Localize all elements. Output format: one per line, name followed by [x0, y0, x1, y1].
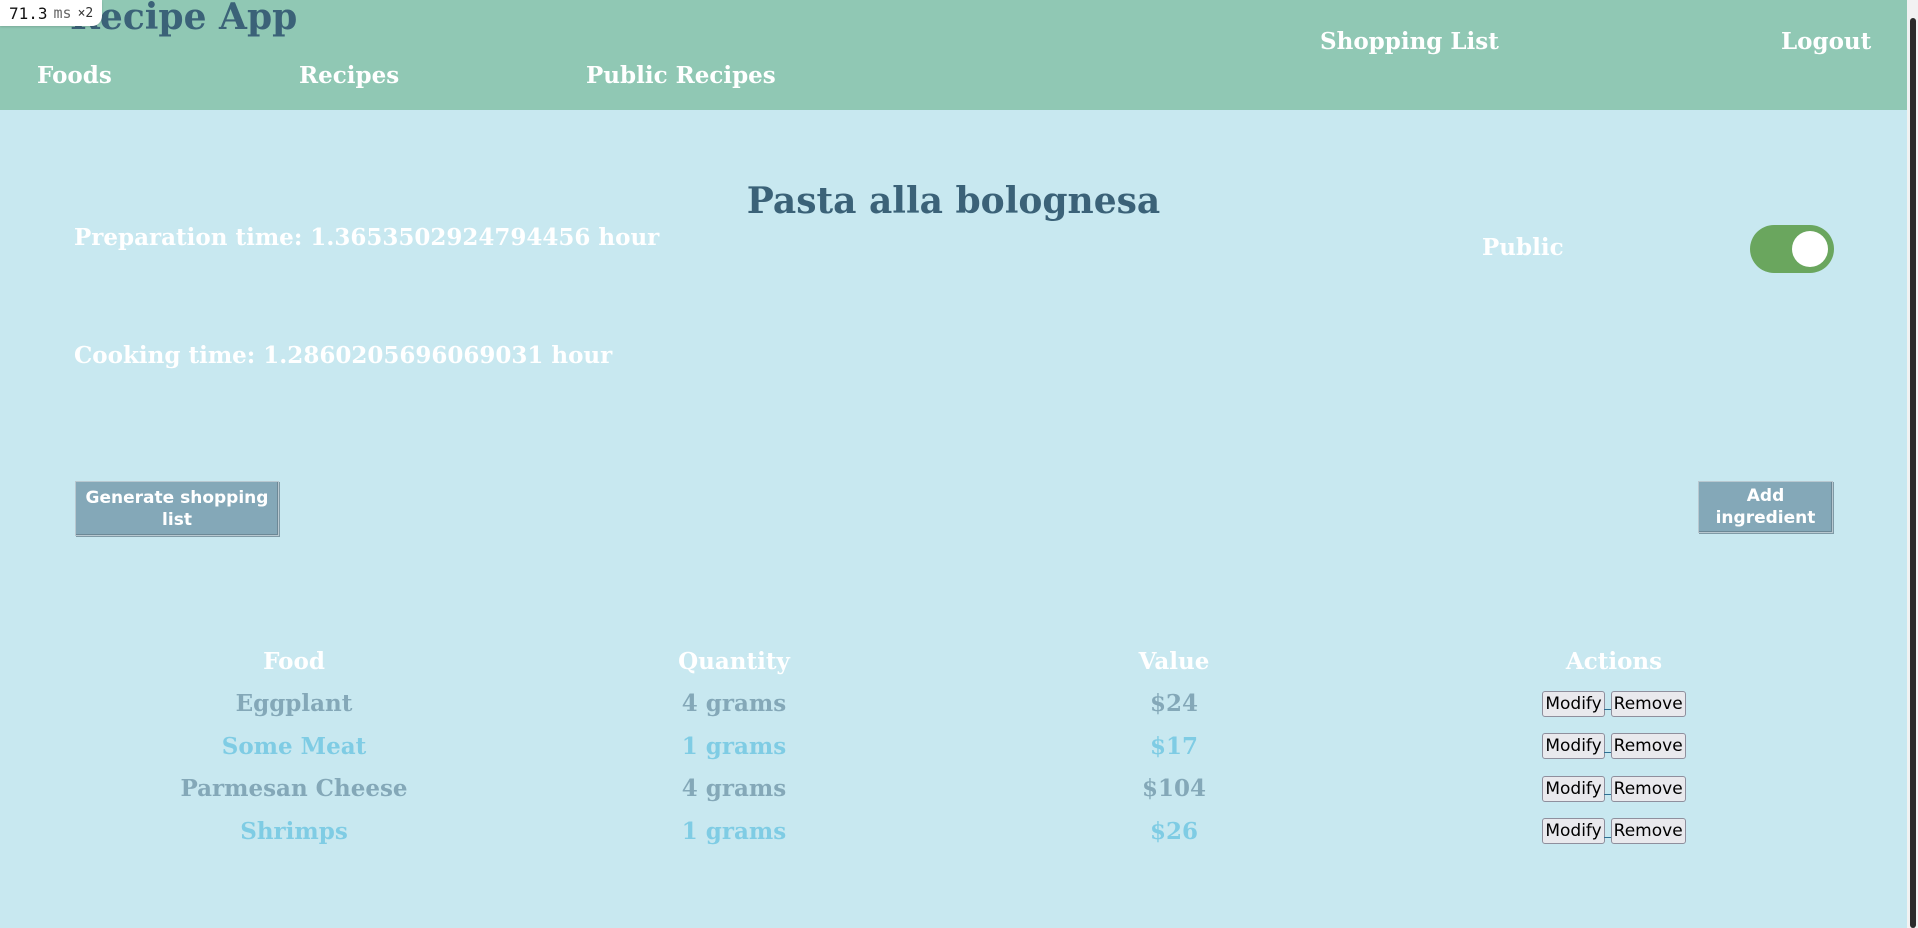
table-row: Some Meat 1 grams $17 Modify Remove — [74, 725, 1834, 768]
actions-cell: Modify Remove — [1394, 818, 1834, 845]
quantity-cell: 4 grams — [681, 775, 787, 803]
app-brand: Recipe App — [70, 0, 298, 38]
quantity-cell: 1 grams — [681, 817, 787, 845]
table-row: Parmesan Cheese 4 grams $104 Modify Remov… — [74, 768, 1834, 811]
table-row: Shrimps 1 grams $26 Modify Remove — [74, 810, 1834, 853]
modify-button[interactable]: Modify — [1542, 775, 1605, 802]
remove-button[interactable]: Remove — [1610, 818, 1686, 845]
add-ingredient-button[interactable]: Add ingredient — [1698, 481, 1833, 533]
food-cell: Eggplant — [235, 690, 353, 718]
quantity-cell: 1 grams — [681, 732, 787, 760]
page: Recipe App Foods Recipes Public Recipes … — [0, 0, 1918, 928]
toggle-knob — [1792, 231, 1828, 267]
nav-link-recipes[interactable]: Recipes — [299, 62, 399, 89]
table-header-row: Food Quantity Value Actions — [74, 640, 1834, 683]
food-cell: Parmesan Cheese — [180, 775, 408, 803]
value-cell: $26 — [1149, 817, 1198, 845]
header-food: Food — [263, 647, 325, 675]
header-quantity: Quantity — [678, 647, 790, 675]
preparation-time: Preparation time: 1.3653502924794456 hou… — [74, 224, 660, 251]
table-row: Eggplant 4 grams $24 Modify Remove — [74, 683, 1834, 726]
value-cell: $24 — [1149, 690, 1198, 718]
perf-value: 71.3 — [9, 3, 48, 23]
actions-cell: Modify Remove — [1394, 775, 1834, 802]
cooking-time: Cooking time: 1.2860205696069031 hour — [74, 342, 613, 369]
remove-button[interactable]: Remove — [1610, 733, 1686, 760]
quantity-cell: 4 grams — [681, 690, 787, 718]
nav-link-logout[interactable]: Logout — [1781, 28, 1871, 55]
modify-button[interactable]: Modify — [1542, 690, 1605, 717]
nav-link-public-recipes[interactable]: Public Recipes — [586, 62, 776, 89]
actions-cell: Modify Remove — [1394, 690, 1834, 717]
public-label: Public — [1482, 234, 1564, 261]
actions-cell: Modify Remove — [1394, 733, 1834, 760]
perf-badge: 71.3 ms ×2 — [0, 0, 103, 26]
header-actions: Actions — [1565, 647, 1663, 675]
remove-button[interactable]: Remove — [1610, 775, 1686, 802]
remove-button[interactable]: Remove — [1610, 690, 1686, 717]
value-cell: $17 — [1149, 732, 1198, 760]
vertical-scrollbar[interactable] — [1907, 0, 1918, 928]
ingredients-table: Food Quantity Value Actions Eggplant 4 g… — [74, 640, 1834, 853]
generate-shopping-list-button[interactable]: Generate shopping list — [75, 481, 279, 536]
nav-link-shopping-list[interactable]: Shopping List — [1320, 28, 1499, 55]
header-value: Value — [1138, 647, 1210, 675]
public-toggle[interactable] — [1750, 225, 1834, 273]
modify-button[interactable]: Modify — [1542, 818, 1605, 845]
value-cell: $104 — [1141, 775, 1206, 803]
perf-unit: ms — [53, 4, 72, 22]
food-cell: Some Meat — [221, 732, 367, 760]
recipe-title: Pasta alla bolognesa — [746, 180, 1161, 222]
food-cell: Shrimps — [240, 817, 348, 845]
navbar: Recipe App Foods Recipes Public Recipes … — [0, 0, 1907, 110]
modify-button[interactable]: Modify — [1542, 733, 1605, 760]
nav-link-foods[interactable]: Foods — [37, 62, 112, 89]
perf-multiplier: ×2 — [77, 5, 94, 21]
scrollbar-thumb[interactable] — [1910, 18, 1916, 928]
